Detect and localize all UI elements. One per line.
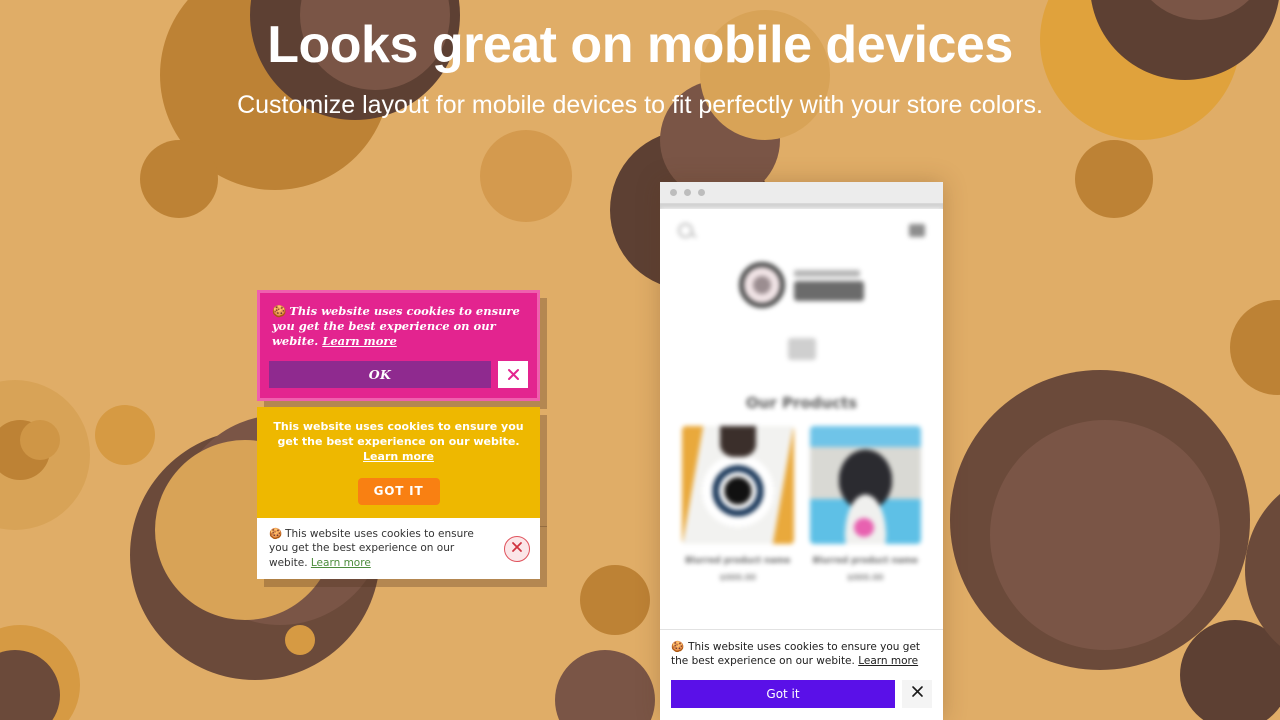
product-name: Blurred product name: [685, 556, 791, 566]
preview-site-logo: [660, 262, 943, 308]
close-icon: [511, 540, 523, 558]
accept-cookies-button[interactable]: GOT IT: [357, 477, 440, 505]
background-circle: [580, 565, 650, 635]
cart-icon[interactable]: [909, 224, 925, 237]
cookie-banner-yellow: This website uses cookies to ensure you …: [257, 407, 540, 519]
product-name: Blurred product name: [812, 556, 918, 566]
background-circle: [990, 420, 1220, 650]
window-dot-icon: [684, 189, 691, 196]
search-icon[interactable]: [678, 223, 693, 238]
products-grid: Blurred product name $000.00 Blurred pro…: [660, 412, 943, 582]
cookie-banner-yellow-line2: best experience on our webite.: [326, 435, 520, 449]
cookie-icon: 🍪: [269, 528, 283, 540]
close-banner-button[interactable]: [902, 680, 932, 708]
cookie-banner-mobile-line2: best experience on our webite.: [691, 655, 855, 668]
mobile-preview-mockup: Our Products Blurred product name $000.0…: [660, 182, 943, 720]
background-circle: [95, 405, 155, 465]
close-icon: [910, 684, 925, 704]
product-price: $000.00: [847, 573, 884, 582]
cookie-banner-pink-text: 🍪 This website uses cookies to ensure you…: [269, 304, 528, 350]
accept-cookies-button[interactable]: Got it: [671, 680, 895, 708]
cookie-icon: 🍪: [671, 640, 685, 653]
cookie-icon: 🍪: [272, 304, 287, 318]
background-circle: [140, 140, 218, 218]
background-circle: [20, 420, 60, 460]
product-image: [682, 426, 794, 544]
products-heading: Our Products: [745, 394, 858, 412]
background-circle: [480, 130, 572, 222]
background-circle: [1230, 300, 1280, 395]
page-subtitle: Customize layout for mobile devices to f…: [237, 90, 1043, 119]
preview-site-topbar: [660, 209, 943, 238]
background-circle: [285, 625, 315, 655]
page-title: Looks great on mobile devices: [267, 16, 1013, 74]
browser-chrome-bar: [660, 182, 943, 204]
slide-canvas: Looks great on mobile devices Customize …: [0, 0, 1280, 720]
close-banner-button[interactable]: [504, 535, 530, 562]
learn-more-link[interactable]: Learn more: [322, 334, 397, 348]
window-dot-icon: [670, 189, 677, 196]
cookie-banner-mobile-text: 🍪 This website uses cookies to ensure you…: [671, 640, 932, 669]
cookie-banner-pink: 🍪 This website uses cookies to ensure you…: [257, 290, 540, 401]
header-block: Looks great on mobile devices Customize …: [0, 0, 1280, 120]
accept-cookies-button[interactable]: OK: [269, 360, 491, 388]
background-circle: [1075, 140, 1153, 218]
logo-wordmark: [794, 269, 864, 301]
cookie-banner-white: 🍪 This website uses cookies to ensure you…: [257, 518, 540, 580]
cookie-banner-mobile: 🍪 This website uses cookies to ensure you…: [660, 628, 943, 720]
learn-more-link[interactable]: Learn more: [311, 557, 371, 569]
learn-more-link[interactable]: Learn more: [858, 655, 918, 667]
product-card[interactable]: Blurred product name $000.00: [809, 426, 921, 582]
cookie-banner-yellow-text: This website uses cookies to ensure you …: [271, 419, 526, 465]
close-banner-button[interactable]: [498, 360, 528, 388]
learn-more-link[interactable]: Learn more: [363, 450, 434, 463]
preview-hero-placeholder: [787, 338, 816, 360]
product-image: [809, 426, 921, 544]
cookie-banner-white-text: 🍪 This website uses cookies to ensure you…: [269, 527, 496, 570]
logo-mark-icon: [739, 262, 785, 308]
window-dot-icon: [698, 189, 705, 196]
background-circle: [555, 650, 655, 720]
product-price: $000.00: [719, 573, 756, 582]
close-icon: [507, 368, 520, 381]
product-card[interactable]: Blurred product name $000.00: [682, 426, 794, 582]
